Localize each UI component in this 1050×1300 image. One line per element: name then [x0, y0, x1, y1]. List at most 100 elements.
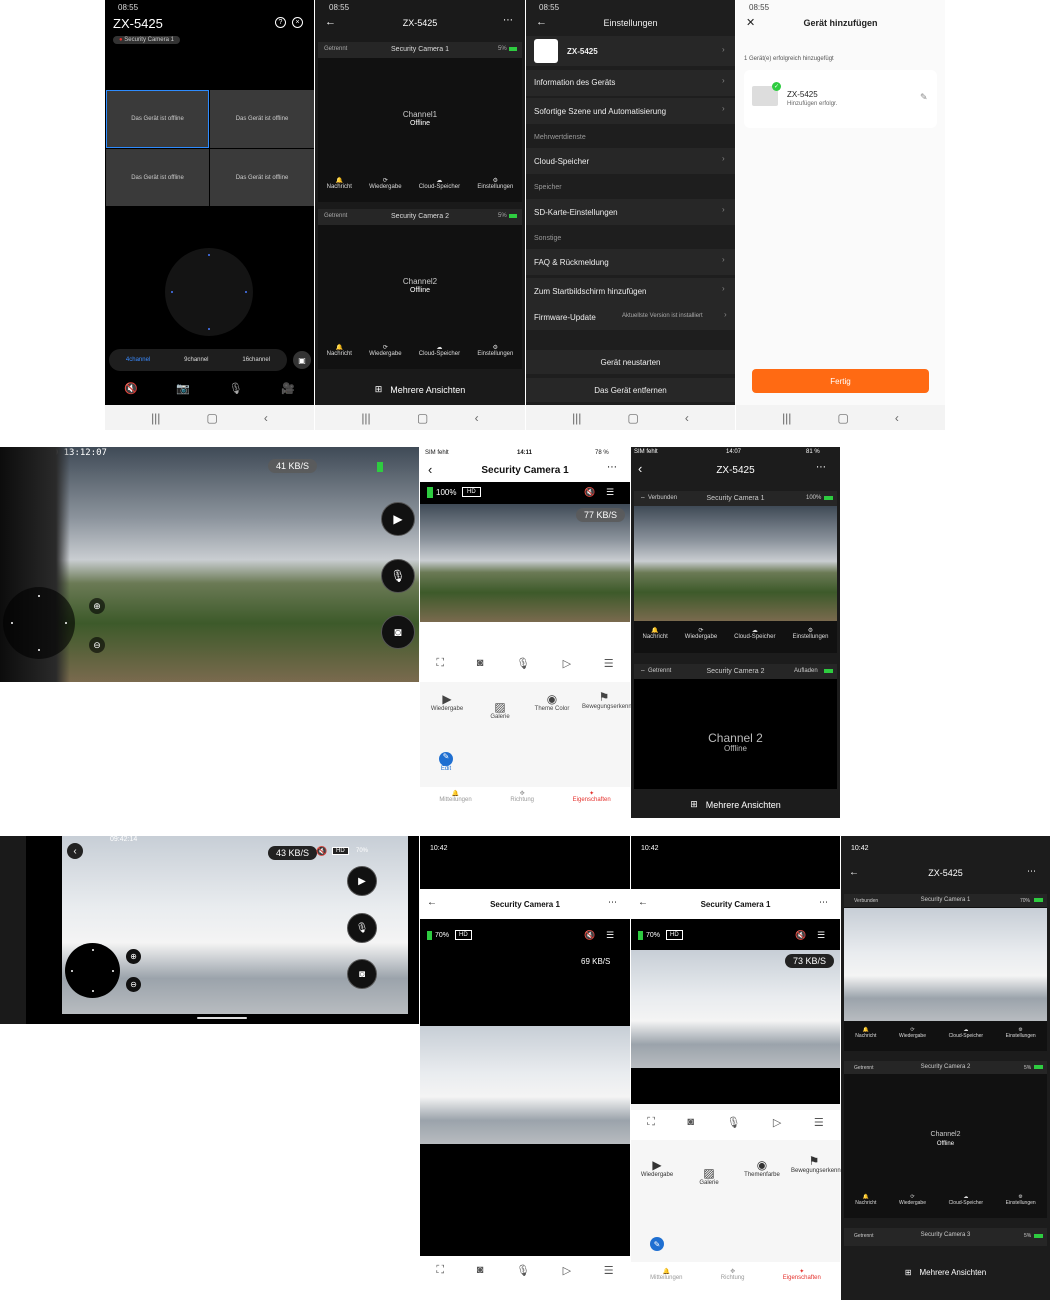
ptz-joystick[interactable]: [65, 943, 120, 998]
settings-button[interactable]: ⚙ Einstellungen: [477, 344, 513, 357]
row-home[interactable]: Zum Startbildschirm hinzufügen ›: [526, 278, 735, 304]
playback-button[interactable]: ⟳ Wiedergabe: [899, 1194, 926, 1206]
snapshot-icon[interactable]: ◙: [477, 1264, 484, 1276]
tile-motion[interactable]: ⚑ Bewegungserkennung: [791, 1154, 851, 1174]
playback-button[interactable]: ⟳ Wiedergabe: [369, 177, 401, 190]
tile-edit[interactable]: ✎ Edit: [433, 752, 459, 772]
back-icon[interactable]: ‹: [475, 411, 479, 425]
camera-card-2[interactable]: Getrennt Security Camera 2 5% Channel2 O…: [318, 209, 522, 369]
resolution-icon[interactable]: ☰: [604, 657, 614, 670]
tab-direction[interactable]: ✥ Richtung: [721, 1268, 745, 1281]
camera-card-2[interactable]: ⌔ Getrennt Security Camera 2 Aufladen Ch…: [634, 664, 837, 789]
layout-icon[interactable]: ▣: [293, 351, 311, 369]
menu-icon[interactable]: ☰: [606, 930, 614, 941]
cloud-button[interactable]: ☁ Cloud-Speicher: [734, 627, 775, 640]
mode-9channel[interactable]: 9channel: [184, 357, 208, 363]
fullscreen-icon[interactable]: ⛶: [436, 1264, 444, 1277]
playback-button[interactable]: ⟳ Wiedergabe: [685, 627, 717, 640]
tab-messages[interactable]: 🔔 Mitteilungen: [650, 1268, 682, 1281]
mute-icon[interactable]: 🔇: [584, 487, 595, 498]
recents-icon[interactable]: |||: [782, 411, 791, 425]
camera-card-1[interactable]: Verbunden Security Camera 1 70% 🔔 Nachric…: [844, 894, 1047, 1051]
mute-icon[interactable]: 🔇: [584, 930, 595, 941]
tile-motion[interactable]: ⚑ Bewegungserkennung: [582, 690, 642, 710]
resolution-icon[interactable]: ☰: [814, 1116, 824, 1129]
ptz-down-icon[interactable]: [208, 328, 210, 330]
fullscreen-icon[interactable]: ⛶: [647, 1116, 655, 1129]
tab-properties[interactable]: ✦ Eigenschaften: [783, 1268, 821, 1281]
ptz-right-icon[interactable]: [245, 291, 247, 293]
hd-badge[interactable]: HD: [666, 930, 683, 940]
microphone-icon[interactable]: 🎙: [229, 382, 243, 395]
grid-cell-3[interactable]: Das Gerät ist offline: [106, 149, 209, 206]
tile-gallery[interactable]: ▨ Galerie: [480, 700, 520, 720]
microphone-icon[interactable]: 🎙: [516, 1264, 530, 1277]
notification-button[interactable]: 🔔 Nachricht: [855, 1194, 876, 1206]
recents-icon[interactable]: |||: [572, 411, 581, 425]
zoom-in-icon[interactable]: ⊕: [89, 598, 105, 614]
settings-button[interactable]: ⚙ Einstellungen: [792, 627, 828, 640]
hd-badge[interactable]: HD: [455, 930, 472, 940]
notification-button[interactable]: 🔔 Nachricht: [327, 177, 352, 190]
row-scene[interactable]: Sofortige Szene und Automatisierung ›: [526, 98, 735, 124]
menu-icon[interactable]: ☰: [606, 487, 614, 498]
zoom-out-icon[interactable]: ⊖: [89, 637, 105, 653]
hd-badge[interactable]: HD: [332, 847, 349, 855]
more-views-button[interactable]: ⊞ Mehrere Ansichten: [315, 384, 525, 395]
video-feed[interactable]: [420, 1026, 630, 1144]
notification-button[interactable]: 🔔 Nachricht: [855, 1027, 876, 1039]
remove-button[interactable]: Das Gerät entfernen: [526, 378, 735, 402]
camera-card-1[interactable]: Getrennt Security Camera 1 5% Channel1 O…: [318, 42, 522, 202]
help-icon[interactable]: ?: [275, 17, 286, 28]
ptz-joystick[interactable]: [165, 248, 253, 336]
device-card[interactable]: ✓ ZX-5425 Hinzufügen erfolgr. ✎: [744, 70, 937, 128]
record-icon[interactable]: ▷: [563, 657, 571, 670]
notification-button[interactable]: 🔔 Nachricht: [327, 344, 352, 357]
ptz-joystick[interactable]: [3, 587, 75, 659]
notification-button[interactable]: 🔔 Nachricht: [642, 627, 667, 640]
cloud-button[interactable]: ☁ Cloud-Speicher: [949, 1194, 983, 1206]
microphone-icon[interactable]: 🎙: [381, 559, 415, 593]
menu-icon[interactable]: ☰: [817, 930, 825, 941]
row-firmware[interactable]: Firmware-Update Aktuellste Version ist in…: [526, 304, 735, 330]
microphone-icon[interactable]: 🎙: [726, 1116, 740, 1129]
edit-icon[interactable]: ✎: [650, 1237, 664, 1251]
mute-icon[interactable]: 🔇: [316, 846, 327, 857]
tab-direction[interactable]: ✥ Richtung: [510, 790, 534, 803]
row-sd[interactable]: SD-Karte-Einstellungen ›: [526, 199, 735, 225]
snapshot-icon[interactable]: ◙: [347, 959, 377, 989]
more-icon[interactable]: ⋯: [819, 897, 828, 908]
ptz-left-icon[interactable]: [171, 291, 173, 293]
more-icon[interactable]: ⋯: [503, 15, 513, 26]
more-views-button[interactable]: ⊞ Mehrere Ansichten: [841, 1268, 1050, 1277]
microphone-icon[interactable]: 🎙: [516, 657, 530, 670]
cloud-button[interactable]: ☁ Cloud-Speicher: [949, 1027, 983, 1039]
more-icon[interactable]: ⋯: [1027, 866, 1036, 877]
mode-4channel[interactable]: 4channel: [126, 357, 150, 363]
camera-card-1[interactable]: ⌔ Verbunden Security Camera 1 100% 🔔 Nach…: [634, 491, 837, 653]
edit-icon[interactable]: ✎: [920, 92, 928, 103]
cloud-button[interactable]: ☁ Cloud-Speicher: [419, 177, 460, 190]
tile-gallery[interactable]: ▨ Galerie: [689, 1166, 729, 1186]
mode-16channel[interactable]: 16channel: [242, 357, 270, 363]
tile-theme[interactable]: ◉ Themenfarbe: [741, 1158, 783, 1178]
more-views-button[interactable]: ⊞ Mehrere Ansichten: [631, 799, 840, 810]
playback-button[interactable]: ⟳ Wiedergabe: [899, 1027, 926, 1039]
microphone-icon[interactable]: 🎙: [347, 913, 377, 943]
tile-playback[interactable]: ▶ Wiedergabe: [427, 692, 467, 712]
record-icon[interactable]: ▷: [563, 1264, 571, 1277]
record-video-icon[interactable]: ▶: [381, 502, 415, 536]
recents-icon[interactable]: |||: [151, 411, 160, 425]
device-row[interactable]: ZX-5425 ›: [526, 36, 735, 66]
tab-messages[interactable]: 🔔 Mitteilungen: [439, 790, 471, 803]
camera-chip[interactable]: ● Security Camera 1: [113, 36, 180, 44]
zoom-in-icon[interactable]: ⊕: [126, 949, 141, 964]
tile-theme[interactable]: ◉ Theme Color: [532, 692, 572, 712]
fullscreen-icon[interactable]: ⛶: [436, 657, 444, 670]
close-icon[interactable]: ×: [292, 17, 303, 28]
tab-properties[interactable]: ✦ Eigenschaften: [573, 790, 611, 803]
record-icon[interactable]: ▷: [773, 1116, 781, 1129]
landscape-live-view[interactable]: 2023/05/10 13:12:07 ‹ 41 KB/S ⊕ ⊖ ▶ 🎙 ◙: [0, 447, 419, 682]
back-icon[interactable]: ‹: [67, 843, 83, 859]
record-icon[interactable]: 🎥: [281, 382, 295, 395]
